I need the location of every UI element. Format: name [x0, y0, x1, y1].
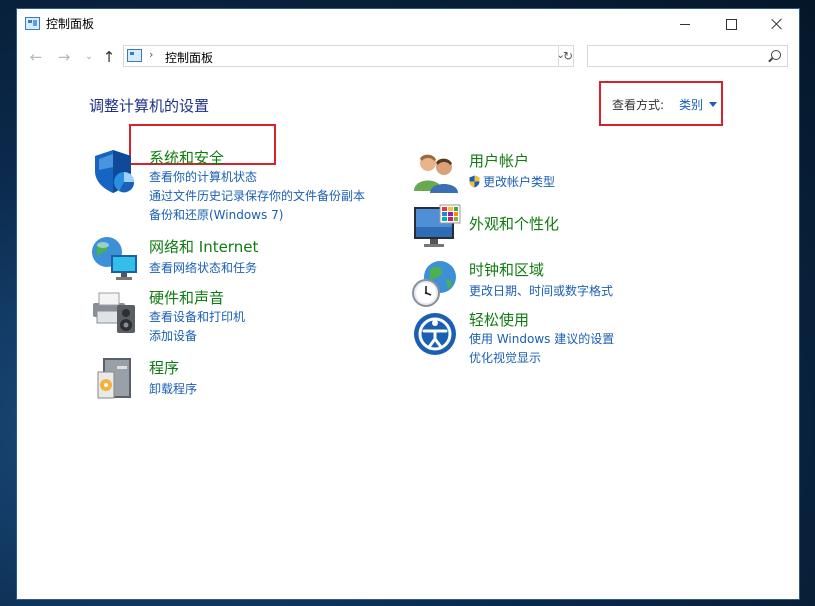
link-optimize-visual-display[interactable]: 优化视觉显示: [469, 349, 541, 366]
breadcrumb-separator-icon[interactable]: ›: [149, 48, 153, 61]
user-accounts-icon[interactable]: [412, 151, 460, 193]
link-view-devices-printers[interactable]: 查看设备和打印机: [149, 308, 245, 325]
view-by-label: 查看方式:: [612, 98, 665, 112]
control-panel-window: 控制面板 ← → ⌄ ↑ › 控制面板 ⌄ ↻ 调整计算机的设置 查看方式: 类…: [16, 8, 800, 600]
link-view-network-status[interactable]: 查看网络状态和任务: [149, 259, 257, 276]
link-uninstall-program[interactable]: 卸载程序: [149, 380, 197, 397]
minimize-icon: [680, 23, 690, 25]
dropdown-caret-icon[interactable]: [709, 102, 717, 107]
link-view-computer-status[interactable]: 查看你的计算机状态: [149, 168, 257, 185]
forward-arrow-icon[interactable]: →: [54, 47, 74, 67]
clock-globe-icon[interactable]: [410, 259, 460, 307]
maximize-button[interactable]: [708, 9, 754, 39]
category-programs-title[interactable]: 程序: [149, 357, 179, 378]
category-network-internet-title[interactable]: 网络和 Internet: [149, 236, 258, 257]
printer-icon[interactable]: [89, 289, 139, 335]
link-file-history-backup[interactable]: 通过文件历史记录保存你的文件备份副本: [149, 187, 365, 204]
search-icon[interactable]: [771, 50, 781, 60]
network-globe-icon[interactable]: [89, 235, 139, 281]
control-panel-icon: [127, 49, 142, 62]
link-add-device[interactable]: 添加设备: [149, 327, 197, 344]
minimize-button[interactable]: [662, 9, 708, 39]
close-button[interactable]: [754, 9, 799, 39]
category-ease-of-access-title[interactable]: 轻松使用: [469, 309, 529, 330]
programs-icon[interactable]: [95, 354, 135, 402]
up-arrow-icon[interactable]: ↑: [99, 47, 119, 67]
link-backup-restore[interactable]: 备份和还原(Windows 7): [149, 206, 283, 223]
ease-of-access-icon[interactable]: [412, 311, 458, 357]
category-user-accounts-title[interactable]: 用户帐户: [469, 150, 529, 171]
view-by-dropdown[interactable]: 类别: [679, 96, 703, 113]
search-input[interactable]: [587, 45, 788, 67]
back-arrow-icon[interactable]: ←: [26, 47, 46, 67]
appearance-personalization-icon[interactable]: [412, 203, 462, 251]
shield-icon[interactable]: [91, 147, 139, 195]
link-change-date-time-format[interactable]: 更改日期、时间或数字格式: [469, 282, 613, 299]
control-panel-icon: [25, 17, 40, 30]
recent-locations-chevron-icon[interactable]: ⌄: [79, 47, 99, 67]
window-title: 控制面板: [46, 17, 95, 31]
page-title: 调整计算机的设置: [89, 97, 210, 115]
refresh-icon[interactable]: ↻: [558, 45, 577, 67]
category-clock-region-title[interactable]: 时钟和区域: [469, 259, 544, 280]
link-change-account-type[interactable]: 更改帐户类型: [469, 173, 555, 190]
link-change-account-type-label[interactable]: 更改帐户类型: [483, 175, 555, 189]
maximize-icon: [725, 18, 737, 30]
close-icon: [771, 18, 783, 30]
view-by-control: 查看方式: 类别: [599, 81, 723, 126]
title-bar: 控制面板: [17, 9, 799, 39]
category-hardware-sound-title[interactable]: 硬件和声音: [149, 287, 224, 308]
address-bar[interactable]: › 控制面板 ⌄: [123, 45, 574, 67]
link-use-recommended-settings[interactable]: 使用 Windows 建议的设置: [469, 330, 614, 347]
category-appearance-personalization-title[interactable]: 外观和个性化: [469, 213, 559, 234]
breadcrumb-control-panel[interactable]: 控制面板: [165, 49, 213, 66]
uac-shield-icon: [469, 175, 480, 188]
category-system-security-title[interactable]: 系统和安全: [149, 147, 224, 168]
